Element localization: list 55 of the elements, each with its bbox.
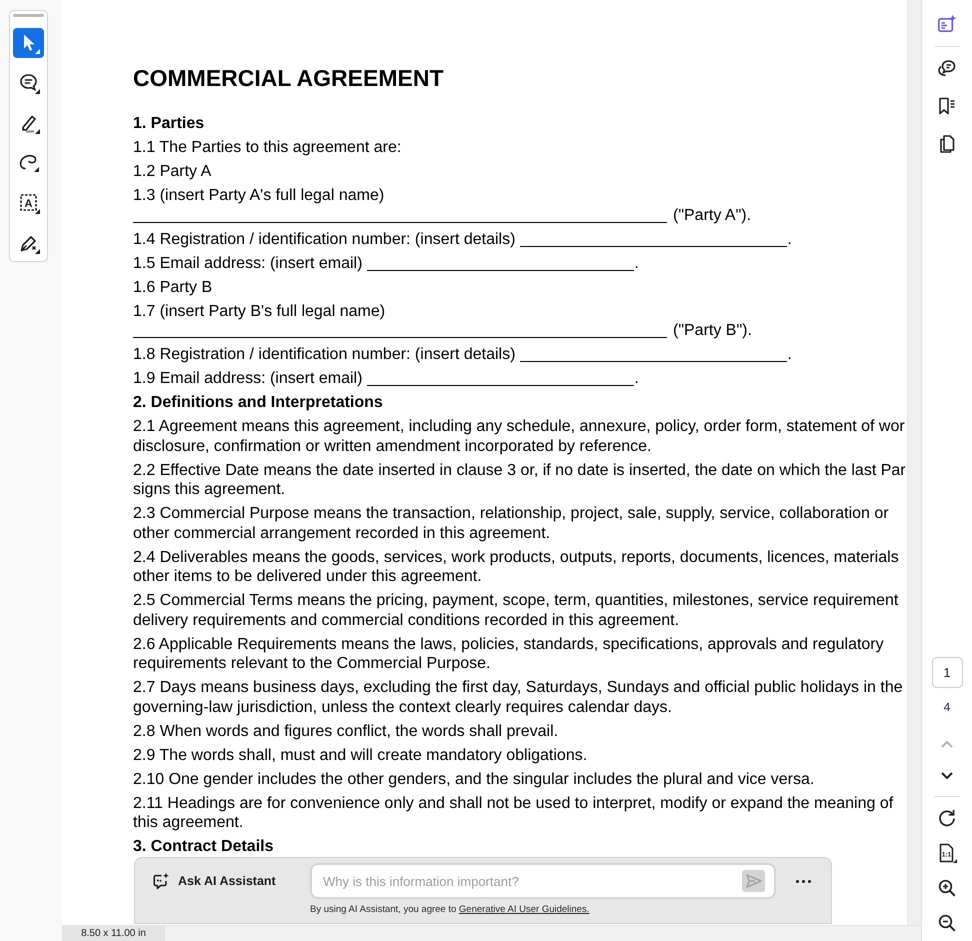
- pages-icon: [937, 134, 957, 154]
- clause-text: 2.7 Days means business days, excluding the first day, Saturdays, Sundays and official public holidays in the governing-law jurisdiction, unless the context clearly requires calendar days.: [133, 678, 904, 717]
- sparkle-chat-icon: [152, 872, 170, 890]
- clause-text: 1.8 Registration / identification number: (insert details): [133, 346, 516, 363]
- send-icon: [746, 874, 762, 888]
- clause-text: 2.1 Agreement means this agreement, including any schedule, annexure, policy, order form, statement of wor disclosure, confirmation or written amendment incorporated by reference.: [133, 417, 906, 456]
- chevron-down-icon: [941, 772, 953, 780]
- clause-text: 2.5 Commercial Terms means the pricing, payment, scope, term, quantities, milestones, service requirement delivery requirements and commercial conditions recorded in this agreement.: [133, 591, 900, 630]
- document-title: COMMERCIAL AGREEMENT: [133, 64, 444, 92]
- more-icon: [796, 880, 811, 882]
- clause-text: 2.3 Commercial Purpose means the transaction, relationship, project, sale, supply, service, collaboration or other commercial arrangement recorded in this agreement.: [133, 504, 890, 543]
- terms-notice: By using AI Assistant, you agree to Generative AI User Guidelines.: [310, 903, 590, 917]
- speech-bubble-icon: [18, 72, 40, 94]
- clause-text: 2.6 Applicable Requirements means the laws, policies, standards, specifications, approvals and regulatory requirements relevant to the Commercial Purpose.: [133, 634, 885, 674]
- page-count: 4: [944, 699, 950, 716]
- clause-text: 1.2 Party A: [133, 162, 212, 182]
- page-size-label: 8.50 x 11.00 in: [62, 926, 165, 941]
- drag-handle[interactable]: [13, 14, 44, 17]
- clause-text: 1.5 Email address: (insert email): [133, 254, 362, 272]
- select-tool-button[interactable]: [13, 28, 44, 58]
- chevron-up-icon: [941, 740, 953, 748]
- clause-suffix-text: .: [634, 370, 639, 387]
- clause-text: 2.8 When words and figures conflict, the words shall prevail.: [133, 722, 560, 741]
- clause-text: 1.1 The Parties to this agreement are:: [133, 138, 402, 158]
- clause-text: 2.9 The words shall, must and will create mandatory obligations.: [133, 746, 588, 765]
- ask-ai-label: Ask AI Assistant: [178, 874, 276, 888]
- clause-text: 1.6 Party B: [133, 278, 214, 297]
- section-heading: 1. Parties: [133, 114, 206, 134]
- clause-text: 2.2 Effective Date means the date inserted in clause 3 or, if no date is inserted, the date on which the last Par signs this agreement.: [133, 460, 907, 500]
- clause-suffix-text: ("Party B").: [673, 322, 752, 339]
- clause-suffix-text: ("Party A").: [673, 206, 752, 224]
- clause-text: 2.10 One gender includes the other genders, and the singular includes the plural and vice versa.: [133, 770, 816, 789]
- freehand-curve-icon: [18, 154, 39, 172]
- section-heading: 3. Contract Details: [133, 837, 274, 856]
- text-box-icon: A: [18, 192, 40, 214]
- prompt-input[interactable]: Why is this information important?: [310, 863, 776, 899]
- clause-text: 1.7 (insert Party B's full legal name): [133, 302, 386, 321]
- clause-text: 1.3 (insert Party A's full legal name): [133, 186, 386, 206]
- speech-bubbles-icon: [937, 58, 957, 78]
- clause-text: 2.11 Headings are for convenience only and shall not be used to interpret, modify or expand the meaning of this agreement.: [133, 794, 894, 832]
- zoom-in-icon: [937, 878, 957, 898]
- section-heading: 2. Definitions and Interpretations: [133, 393, 384, 412]
- clause-suffix-text: .: [634, 254, 639, 272]
- zoom-out-icon: [937, 912, 957, 932]
- rotate-icon: [937, 808, 957, 828]
- clause-text: 1.9 Email address: (insert email): [133, 370, 362, 387]
- clause-text: 2.4 Deliverables means the goods, services, work products, outputs, reports, documents, licences, materials other items to be delivered under this agreement.: [133, 548, 900, 586]
- guidelines-link[interactable]: Generative AI User Guidelines.: [458, 904, 590, 915]
- clause-suffix-text: .: [787, 346, 792, 363]
- clause-text: 1.4 Registration / identification number: (insert details): [133, 230, 516, 248]
- bookmark-list-icon: [937, 96, 957, 116]
- page-number-input[interactable]: 1: [932, 657, 962, 688]
- sparkle-panel-icon: [937, 14, 957, 34]
- text-select-tool-button[interactable]: A: [13, 188, 44, 218]
- clause-suffix-text: .: [787, 230, 792, 248]
